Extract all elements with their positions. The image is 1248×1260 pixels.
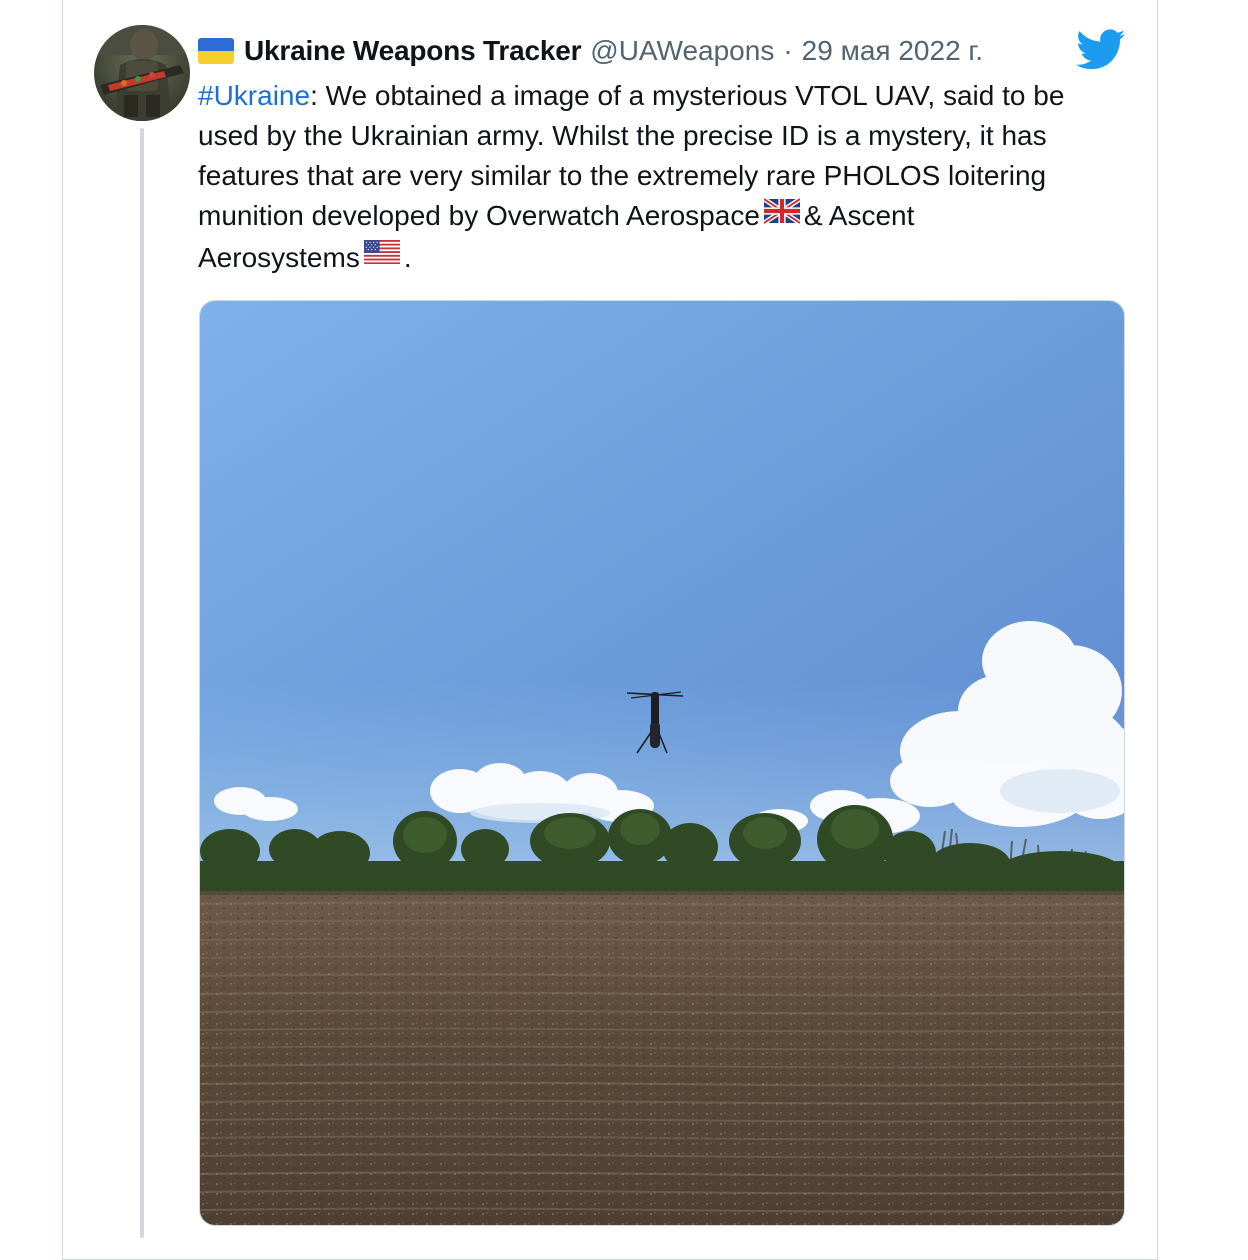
tweet-text: #Ukraine: We obtained a image of a myste… — [198, 76, 1128, 279]
author-handle[interactable]: @UAWeapons — [590, 35, 774, 67]
hashtag-ukraine-link[interactable]: #Ukraine — [198, 80, 310, 111]
uav-field-photo — [200, 301, 1124, 1225]
tweet-text-line-1: #Ukraine: We obtained a image of a myste… — [198, 76, 1128, 116]
tweet-text-line-5-start: Aerosystems — [198, 241, 360, 273]
ukraine-flag-icon — [198, 38, 234, 64]
tweet-media-photo[interactable] — [199, 300, 1125, 1226]
thread-line — [140, 128, 144, 1238]
tweet-text-line-4: munition developed by Overwatch Aerospac… — [198, 196, 1128, 238]
tweet-text-line-3: features that are very similar to the ex… — [198, 160, 1047, 191]
tweet-date[interactable]: 29 мая 2022 г. — [802, 35, 983, 67]
header-separator: · — [783, 35, 793, 66]
tweet-text-line-4-start: munition developed by Overwatch Aerospac… — [198, 200, 760, 231]
author-avatar[interactable] — [94, 25, 190, 121]
author-display-name[interactable]: Ukraine Weapons Tracker — [244, 35, 581, 67]
us-flag-icon — [363, 236, 400, 276]
tweet-text-line-2: used by the Ukrainian army. Whilst the p… — [198, 120, 1047, 151]
tweet-text-line-4-end: & Ascent — [803, 200, 915, 231]
uk-flag-icon — [762, 195, 802, 235]
tweet-text-line-1-rest: : We obtained a image of a mysterious VT… — [310, 80, 1065, 111]
tweet-text-line-5-end: . — [403, 241, 412, 273]
tweet-header: Ukraine Weapons Tracker @UAWeapons · 29 … — [198, 30, 983, 72]
tweet-text-line-5: Aerosystems . — [198, 238, 1128, 280]
soldier-avatar-image — [94, 25, 190, 121]
twitter-bird-icon[interactable] — [1076, 29, 1126, 71]
